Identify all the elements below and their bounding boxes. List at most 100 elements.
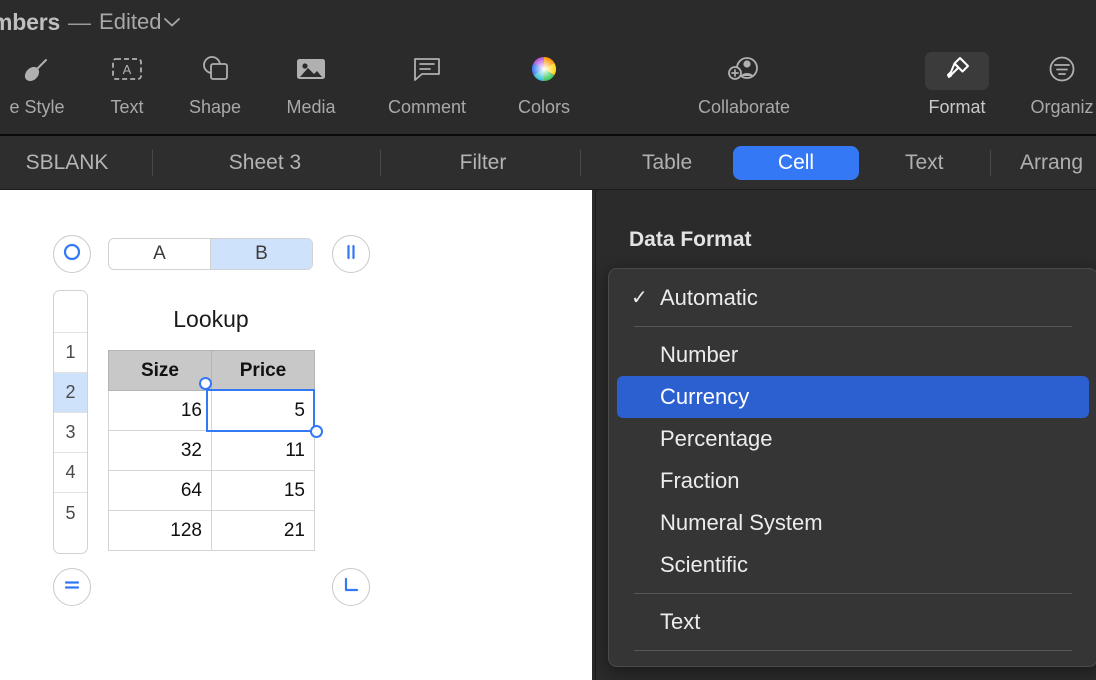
tab-text[interactable]: Text bbox=[891, 146, 958, 180]
numbers-app-window: mbers — Edited e Style bbox=[0, 0, 1096, 680]
row-header-4[interactable]: 4 bbox=[54, 453, 87, 493]
menu-separator bbox=[634, 650, 1072, 651]
row-resize-button[interactable] bbox=[53, 568, 91, 606]
menu-item-label: Fraction bbox=[660, 468, 739, 494]
circle-handle-icon bbox=[62, 242, 82, 267]
row-header-bar[interactable]: 1 2 3 4 5 bbox=[53, 290, 88, 554]
row-header-2[interactable]: 2 bbox=[54, 373, 87, 413]
cell-b3[interactable]: 11 bbox=[212, 431, 315, 471]
cell-b2[interactable]: 5 bbox=[212, 391, 315, 431]
toolbar-item-format[interactable]: Format bbox=[905, 52, 1009, 118]
selection-handle-bottom-right[interactable] bbox=[310, 425, 323, 438]
toolbar-label: Shape bbox=[189, 97, 241, 118]
table-row: 64 15 bbox=[109, 471, 315, 511]
toolbar-label: Text bbox=[110, 97, 143, 118]
menu-item-label: Number bbox=[660, 342, 738, 368]
menu-item-label: Numeral System bbox=[660, 510, 823, 536]
formula-field[interactable]: SBLANK bbox=[0, 136, 152, 190]
toolbar-item-colors[interactable]: Colors bbox=[492, 52, 596, 118]
toolbar-item-media[interactable]: Media bbox=[259, 52, 363, 118]
column-header-a[interactable]: A bbox=[109, 239, 210, 269]
selection-handle-top-left[interactable] bbox=[199, 377, 212, 390]
comment-bubble-icon-wrap bbox=[395, 52, 459, 90]
shape-icon-wrap bbox=[183, 52, 247, 90]
tab-divider bbox=[990, 150, 991, 176]
chevron-down-icon[interactable] bbox=[163, 16, 181, 28]
shape-icon bbox=[198, 53, 232, 90]
document-status: Edited bbox=[99, 9, 161, 35]
column-header-b[interactable]: B bbox=[211, 239, 312, 269]
title-separator: — bbox=[68, 9, 91, 36]
organize-icon bbox=[1047, 54, 1077, 89]
toolbar-label: Colors bbox=[518, 97, 570, 118]
data-format-popup-menu[interactable]: ✓ Automatic Number Currency Percentage F… bbox=[608, 268, 1096, 667]
menu-separator bbox=[634, 326, 1072, 327]
main-toolbar: e Style A Text bbox=[0, 44, 1096, 136]
cell-b4[interactable]: 15 bbox=[212, 471, 315, 511]
toolbar-label: Collaborate bbox=[698, 97, 790, 118]
toolbar-label: Format bbox=[928, 97, 985, 118]
tab-table[interactable]: Table bbox=[628, 146, 706, 180]
secondary-bar: SBLANK Sheet 3 Filter Table Cell Text Ar… bbox=[0, 136, 1096, 190]
menu-bottom-padding bbox=[609, 658, 1096, 666]
text-box-icon: A bbox=[110, 55, 144, 88]
color-wheel-icon bbox=[528, 53, 560, 90]
sheet-tab[interactable]: Sheet 3 bbox=[160, 136, 370, 190]
column-resize-button[interactable] bbox=[332, 235, 370, 273]
toolbar-item-comment[interactable]: Comment bbox=[375, 52, 479, 118]
menu-item-text[interactable]: Text bbox=[617, 601, 1089, 643]
toolbar-label: Media bbox=[286, 97, 335, 118]
check-icon: ✓ bbox=[631, 288, 648, 308]
menu-item-automatic[interactable]: ✓ Automatic bbox=[617, 277, 1089, 319]
organize-icon-wrap bbox=[1030, 52, 1094, 90]
menu-item-percentage[interactable]: Percentage bbox=[617, 418, 1089, 460]
equals-rows-icon bbox=[62, 576, 82, 599]
row-header-3[interactable]: 3 bbox=[54, 413, 87, 453]
menu-item-scientific[interactable]: Scientific bbox=[617, 544, 1089, 586]
menu-item-number[interactable]: Number bbox=[617, 334, 1089, 376]
header-cell-price[interactable]: Price bbox=[212, 351, 315, 391]
menu-item-currency[interactable]: Currency bbox=[617, 376, 1089, 418]
cell-a3[interactable]: 32 bbox=[109, 431, 212, 471]
row-header-1[interactable]: 1 bbox=[54, 333, 87, 373]
paintbrush-icon-wrap bbox=[925, 52, 989, 90]
menu-item-label: Percentage bbox=[660, 426, 773, 452]
menu-item-label: Scientific bbox=[660, 552, 748, 578]
cell-b5[interactable]: 21 bbox=[212, 511, 315, 551]
table-title[interactable]: Lookup bbox=[108, 306, 314, 333]
media-image-icon bbox=[294, 55, 328, 88]
toolbar-label: e Style bbox=[9, 97, 64, 118]
filter-button[interactable]: Filter bbox=[388, 136, 578, 190]
document-title: mbers bbox=[0, 9, 60, 36]
header-cell-size[interactable]: Size bbox=[109, 351, 212, 391]
cell-a2[interactable]: 16 bbox=[109, 391, 212, 431]
column-resize-icon bbox=[342, 242, 360, 267]
cell-a5[interactable]: 128 bbox=[109, 511, 212, 551]
row-header-5[interactable]: 5 bbox=[54, 493, 87, 533]
inspector-tab-strip: Table Cell Text Arrang bbox=[596, 136, 1096, 190]
paste-style-icon-wrap bbox=[5, 52, 69, 90]
menu-item-fraction[interactable]: Fraction bbox=[617, 460, 1089, 502]
toolbar-item-organize[interactable]: Organiz bbox=[1010, 52, 1096, 118]
svg-text:A: A bbox=[123, 62, 132, 77]
row-header-blank[interactable] bbox=[54, 291, 87, 333]
color-wheel-icon-wrap bbox=[512, 52, 576, 90]
toolbar-item-shape[interactable]: Shape bbox=[163, 52, 267, 118]
menu-item-numeral-system[interactable]: Numeral System bbox=[617, 502, 1089, 544]
title-bar: mbers — Edited bbox=[0, 0, 1096, 44]
bar-divider-1 bbox=[152, 150, 153, 176]
cell-a4[interactable]: 64 bbox=[109, 471, 212, 511]
text-box-icon-wrap: A bbox=[95, 52, 159, 90]
data-format-heading: Data Format bbox=[629, 228, 752, 252]
toolbar-item-collaborate[interactable]: Collaborate bbox=[692, 52, 796, 118]
paste-style-icon bbox=[21, 53, 53, 90]
toolbar-label: Organiz bbox=[1030, 97, 1093, 118]
toolbar-label: Comment bbox=[388, 97, 466, 118]
column-header-bar[interactable]: A B bbox=[108, 238, 313, 270]
bar-divider-2 bbox=[380, 150, 381, 176]
table-select-handle-button[interactable] bbox=[53, 235, 91, 273]
add-person-icon bbox=[726, 54, 762, 89]
tab-arrange[interactable]: Arrang bbox=[1006, 146, 1096, 180]
tab-cell[interactable]: Cell bbox=[733, 146, 859, 180]
table-corner-resize-button[interactable] bbox=[332, 568, 370, 606]
